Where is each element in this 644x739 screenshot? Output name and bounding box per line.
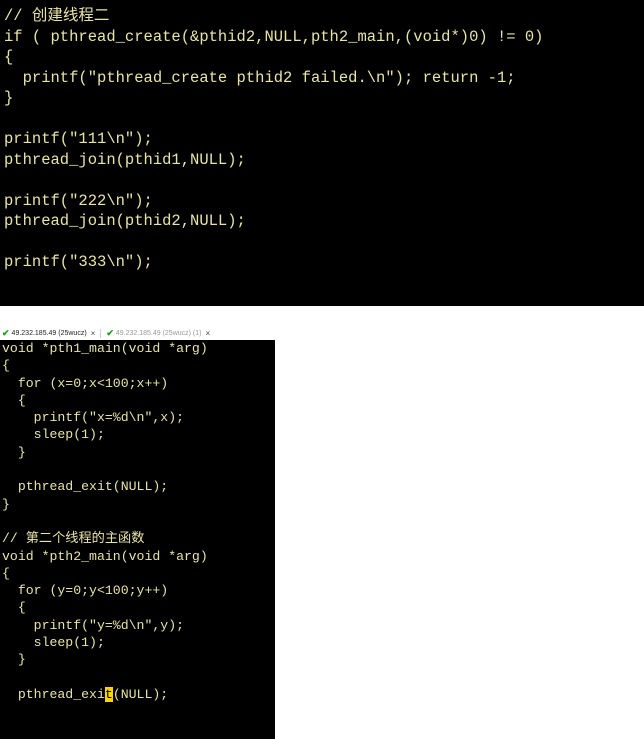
code-line: printf("111\n"); (4, 130, 153, 148)
terminal-tab-bar: ✔ 49.232.185.49 (25wucz) × ✔ 49.232.185.… (0, 327, 275, 340)
bottom-code-block: void *pth1_main(void *arg) { for (x=0;x<1… (0, 340, 275, 703)
code-line: printf("333\n"); (4, 253, 153, 271)
code-line: } (2, 652, 26, 668)
terminal-tab-label: 49.232.185.49 (25wucz) (1) (115, 330, 202, 337)
terminal-tab-label: 49.232.185.49 (25wucz) (11, 330, 87, 337)
top-code-block: // 创建线程二 if ( pthread_create(&pthid2,NULL… (0, 0, 644, 273)
code-line: sleep(1); (2, 427, 105, 443)
code-line: printf("y=%d\n",y); (2, 617, 185, 633)
terminal-vim-editor[interactable]: void *pth1_main(void *arg) { for (x=0;x<1… (0, 340, 275, 739)
code-line: for (y=0;y<100;y++) (2, 583, 169, 599)
code-line: { (2, 358, 10, 374)
code-text-after-cursor: (NULL); (112, 686, 169, 702)
code-line: { (4, 48, 14, 66)
code-line-with-cursor: pthread_exit(NULL); (2, 686, 275, 703)
code-line: printf("pthread_create pthid2 failed.\n"… (4, 68, 516, 87)
code-line: pthread_exit(NULL); (2, 479, 169, 495)
code-line: { (2, 392, 26, 408)
text-cursor: t (104, 686, 113, 702)
connected-check-icon: ✔ (106, 328, 114, 338)
tab-divider (100, 329, 102, 338)
code-comment-line: // 第二个线程的主函数 (2, 531, 145, 547)
code-line: } (4, 89, 14, 107)
code-line: void *pth1_main(void *arg) (2, 341, 208, 356)
code-line: sleep(1); (2, 635, 105, 651)
terminal-tab-inactive[interactable]: ✔ 49.232.185.49 (25wucz) (1) × (104, 327, 212, 340)
code-line: for (x=0;x<100;x++) (2, 375, 169, 391)
top-code-editor[interactable]: // 创建线程二 if ( pthread_create(&pthid2,NULL… (0, 0, 644, 306)
code-text-before-cursor: pthread_exi (2, 686, 105, 702)
code-line: } (2, 444, 26, 460)
code-comment-line: // 创建线程二 (4, 7, 110, 25)
code-line: } (2, 496, 10, 512)
code-line: pthread_join(pthid1,NULL); (4, 150, 246, 169)
close-icon[interactable]: × (205, 327, 210, 340)
code-line: { (2, 600, 26, 616)
code-line: if ( pthread_create(&pthid2,NULL,pth2_ma… (4, 27, 544, 46)
code-line: pthread_join(pthid2,NULL); (4, 212, 246, 230)
close-icon[interactable]: × (91, 327, 96, 340)
code-line: void *pth2_main(void *arg) (2, 548, 208, 564)
code-line: printf("x=%d\n",x); (2, 410, 185, 426)
code-line: printf("222\n"); (4, 191, 153, 210)
code-line: { (2, 565, 10, 581)
connected-check-icon: ✔ (2, 328, 10, 338)
terminal-tab-active[interactable]: ✔ 49.232.185.49 (25wucz) × (0, 327, 97, 340)
